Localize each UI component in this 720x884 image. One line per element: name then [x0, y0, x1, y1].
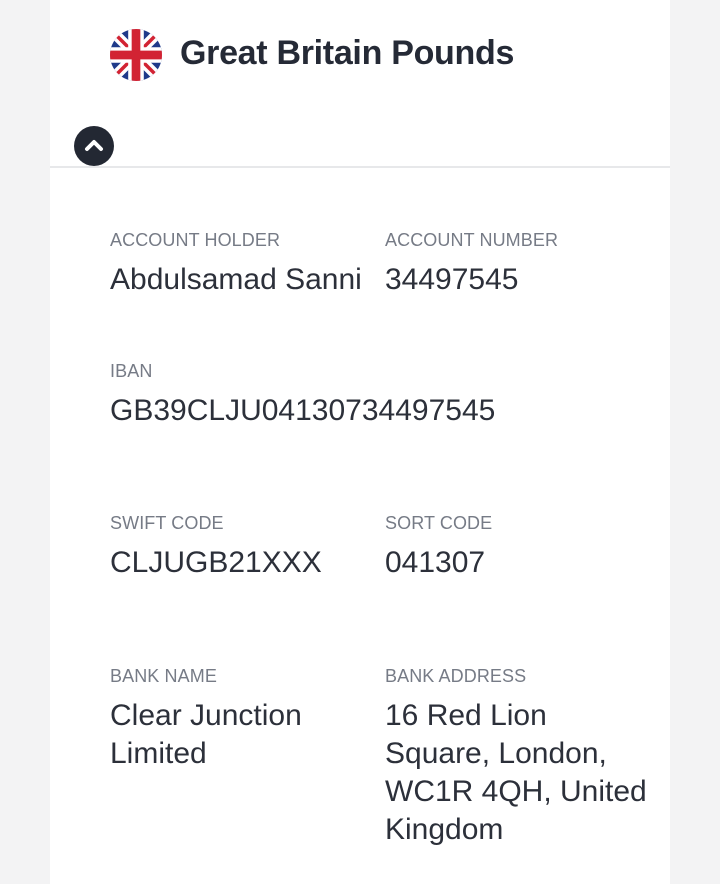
bank-details-card: Great Britain Pounds ACCOUNT HOLDER Abdu…: [50, 0, 670, 884]
account-holder-label: ACCOUNT HOLDER: [110, 230, 281, 250]
bank-address-field: BANK ADDRESS 16 Red Lion Square, London,…: [385, 666, 655, 849]
bank-address-label: BANK ADDRESS: [385, 666, 527, 686]
account-number-label: ACCOUNT NUMBER: [385, 230, 559, 250]
swift-code-field: SWIFT CODE CLJUGB21XXX: [110, 513, 365, 582]
account-number-value: 34497545: [385, 263, 519, 296]
iban-label: IBAN: [110, 361, 153, 381]
account-holder-field: ACCOUNT HOLDER Abdulsamad Sanni: [110, 230, 365, 299]
currency-header: Great Britain Pounds: [50, 0, 670, 168]
account-number-field: ACCOUNT NUMBER 34497545: [385, 230, 655, 299]
bank-name-field: BANK NAME Clear Junction Limited: [110, 666, 365, 773]
currency-title: Great Britain Pounds: [180, 34, 515, 72]
account-holder-value: Abdulsamad Sanni: [110, 263, 362, 296]
bank-address-value: 16 Red Lion Square, London, WC1R 4QH, Un…: [385, 699, 647, 846]
iban-value: GB39CLJU04130734497545: [110, 394, 496, 427]
swift-code-value: CLJUGB21XXX: [110, 546, 322, 579]
swift-code-label: SWIFT CODE: [110, 513, 224, 533]
collapse-button[interactable]: [74, 126, 114, 166]
sort-code-field: SORT CODE 041307: [385, 513, 655, 582]
chevron-up-icon: [85, 140, 103, 151]
sort-code-label: SORT CODE: [385, 513, 493, 533]
sort-code-value: 041307: [385, 546, 486, 579]
bank-name-value: Clear Junction Limited: [110, 699, 302, 770]
iban-field: IBAN GB39CLJU04130734497545: [110, 361, 670, 430]
uk-flag-icon: [110, 29, 162, 81]
bank-name-label: BANK NAME: [110, 666, 217, 686]
